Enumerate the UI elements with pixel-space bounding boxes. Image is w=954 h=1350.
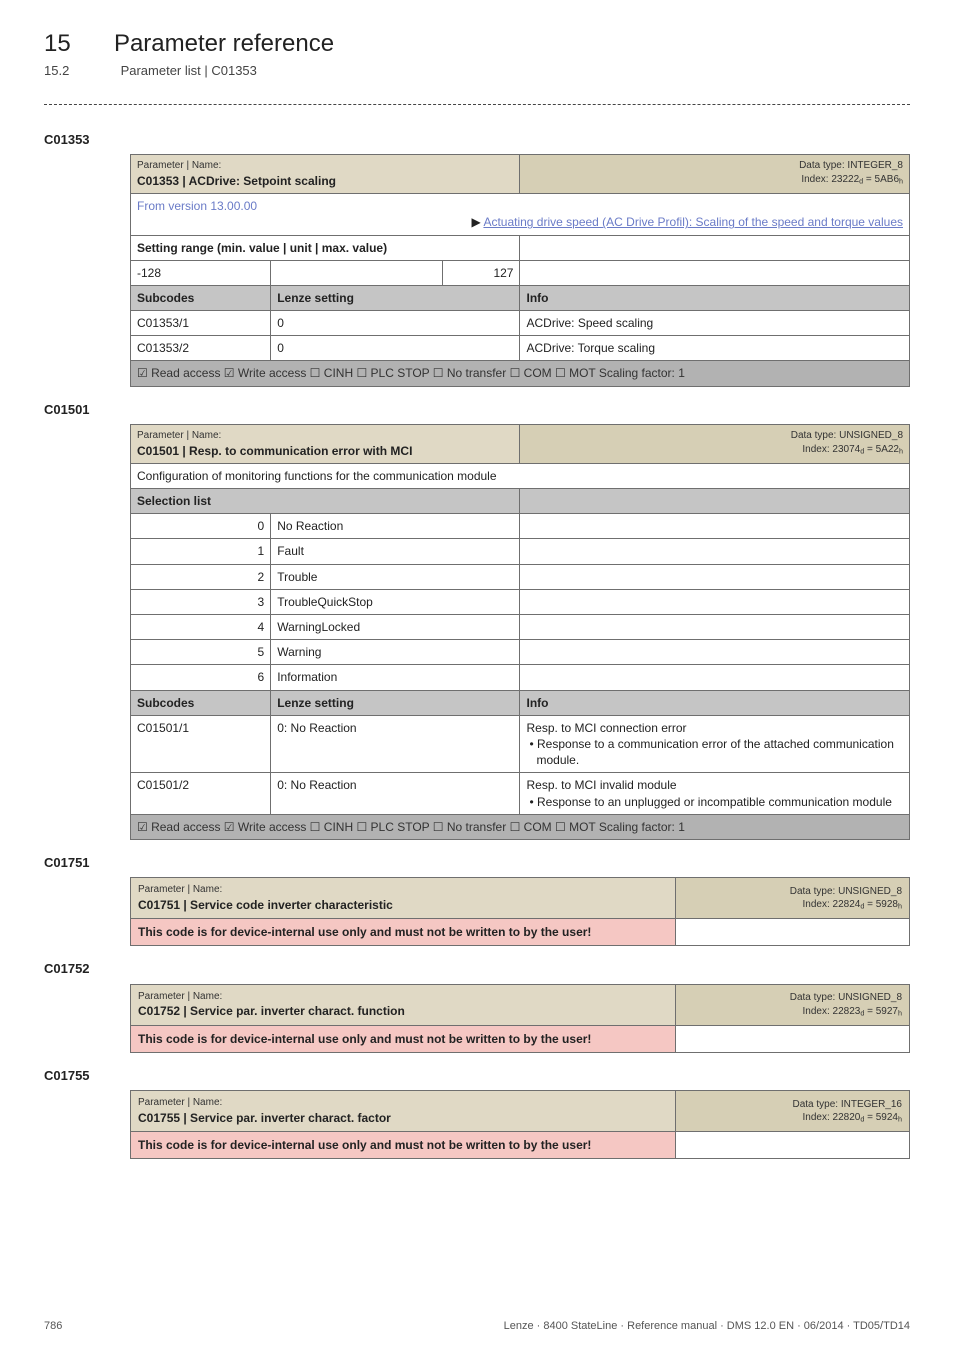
param-index: Index: 22823d = 5927h	[683, 1005, 902, 1019]
list-item: 2	[131, 564, 271, 589]
list-item: 4	[131, 615, 271, 640]
code-label-c01751: C01751	[44, 854, 910, 872]
param-header-lead: Parameter | Name:	[138, 883, 668, 897]
access-flags: ☑ Read access ☑ Write access ☐ CINH ☐ PL…	[131, 814, 910, 839]
col-lenze: Lenze setting	[271, 285, 520, 310]
section-title: Parameter list | C01353	[121, 63, 257, 78]
param-header-title: C01752 | Service par. inverter charact. …	[138, 1003, 668, 1019]
code-label-c01752: C01752	[44, 960, 910, 978]
setting-max: 127	[442, 260, 520, 285]
info-title: Resp. to MCI invalid module	[526, 777, 903, 793]
section-number: 15.2	[44, 63, 69, 78]
param-header-lead: Parameter | Name:	[138, 990, 668, 1004]
table-row: C01501/1	[131, 715, 271, 773]
footer-doc-info: Lenze · 8400 StateLine · Reference manua…	[504, 1319, 910, 1334]
list-item: 6	[131, 665, 271, 690]
config-description: Configuration of monitoring functions fo…	[131, 463, 910, 488]
param-header-title: C01751 | Service code inverter character…	[138, 897, 668, 913]
code-label-c01501: C01501	[44, 401, 910, 419]
list-item: No Reaction	[271, 514, 520, 539]
param-header-title: C01353 | ACDrive: Setpoint scaling	[137, 173, 513, 189]
actuating-link[interactable]: Actuating drive speed (AC Drive Profil):…	[483, 215, 903, 229]
table-row: 0: No Reaction	[271, 715, 520, 773]
table-c01501: Parameter | Name: C01501 | Resp. to comm…	[130, 424, 910, 840]
setting-range-label: Setting range (min. value | unit | max. …	[137, 241, 387, 255]
code-label-c01353: C01353	[44, 131, 910, 149]
chapter-title: Parameter reference	[114, 30, 334, 57]
param-index: Index: 23222d = 5AB6h	[526, 173, 903, 187]
list-item: 0	[131, 514, 271, 539]
param-datatype: Data type: INTEGER_16	[683, 1098, 902, 1112]
setting-min: -128	[131, 260, 271, 285]
table-row: ACDrive: Torque scaling	[520, 336, 910, 361]
table-row: C01353/2	[131, 336, 271, 361]
code-label-c01755: C01755	[44, 1067, 910, 1085]
param-header-lead: Parameter | Name:	[137, 429, 513, 443]
selection-list-label: Selection list	[131, 489, 520, 514]
param-datatype: Data type: UNSIGNED_8	[683, 991, 902, 1005]
table-c01755: Parameter | Name: C01755 | Service par. …	[130, 1090, 910, 1159]
param-datatype: Data type: UNSIGNED_8	[526, 429, 903, 443]
table-row: 0	[271, 311, 520, 336]
list-item: TroubleQuickStop	[271, 589, 520, 614]
col-subcodes: Subcodes	[131, 690, 271, 715]
list-item: 1	[131, 539, 271, 564]
ref-arrow-icon: ▶	[472, 215, 481, 229]
col-info: Info	[520, 690, 910, 715]
list-item: Fault	[271, 539, 520, 564]
col-subcodes: Subcodes	[131, 285, 271, 310]
param-header-lead: Parameter | Name:	[138, 1096, 668, 1110]
info-bullet: • Response to a communication error of t…	[526, 736, 903, 768]
list-item: Information	[271, 665, 520, 690]
param-datatype: Data type: UNSIGNED_8	[683, 885, 902, 899]
table-row: 0	[271, 336, 520, 361]
internal-use-warning: This code is for device-internal use onl…	[131, 919, 676, 946]
page-number: 786	[44, 1319, 62, 1334]
param-datatype: Data type: INTEGER_8	[526, 159, 903, 173]
table-row: C01353/1	[131, 311, 271, 336]
param-index: Index: 22820d = 5924h	[683, 1111, 902, 1125]
list-item: Trouble	[271, 564, 520, 589]
param-header-title: C01501 | Resp. to communication error wi…	[137, 443, 513, 459]
list-item: Warning	[271, 640, 520, 665]
table-c01353: Parameter | Name: C01353 | ACDrive: Setp…	[130, 154, 910, 386]
list-item: 3	[131, 589, 271, 614]
list-item: WarningLocked	[271, 615, 520, 640]
param-header-title: C01755 | Service par. inverter charact. …	[138, 1110, 668, 1126]
col-lenze: Lenze setting	[271, 690, 520, 715]
table-c01752: Parameter | Name: C01752 | Service par. …	[130, 984, 910, 1053]
access-flags: ☑ Read access ☑ Write access ☐ CINH ☐ PL…	[131, 361, 910, 386]
internal-use-warning: This code is for device-internal use onl…	[131, 1131, 676, 1158]
header-divider	[44, 104, 910, 105]
col-info: Info	[520, 285, 910, 310]
internal-use-warning: This code is for device-internal use onl…	[131, 1025, 676, 1052]
table-row: 0: No Reaction	[271, 773, 520, 814]
table-c01751: Parameter | Name: C01751 | Service code …	[130, 877, 910, 946]
param-header-lead: Parameter | Name:	[137, 159, 513, 173]
from-version: From version 13.00.00	[137, 198, 903, 214]
param-index: Index: 23074d = 5A22h	[526, 443, 903, 457]
info-title: Resp. to MCI connection error	[526, 720, 903, 736]
table-row: C01501/2	[131, 773, 271, 814]
param-index: Index: 22824d = 5928h	[683, 898, 902, 912]
table-row: ACDrive: Speed scaling	[520, 311, 910, 336]
list-item: 5	[131, 640, 271, 665]
chapter-number: 15	[44, 30, 71, 57]
info-bullet: • Response to an unplugged or incompatib…	[526, 794, 903, 810]
